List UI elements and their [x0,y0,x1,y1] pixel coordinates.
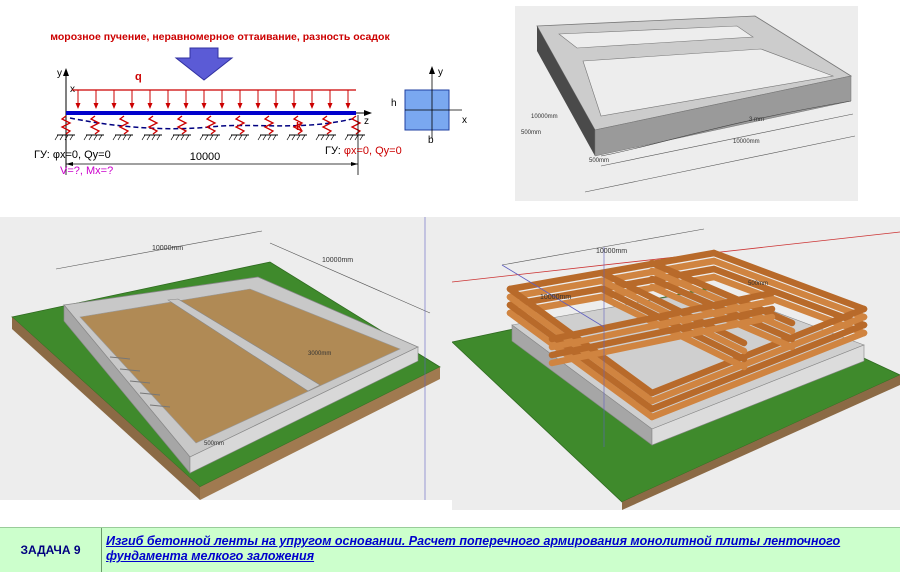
cross-section: y x h b [391,66,467,146]
spring-icon [83,115,104,141]
y-axis-arrow-icon [63,68,69,76]
load-small-arrow-icon [345,90,351,109]
found-dim-mid: 3000mm [308,351,331,357]
load-small-arrow-icon [309,90,315,109]
spring-icon [315,115,336,141]
load-small-arrow-icon [273,90,279,109]
beam [66,111,356,115]
section-y-arrow-icon [429,66,435,74]
house-dim-left: 10000mm [540,294,571,301]
spring-icon [228,115,249,141]
bc-left: ГУ: φx=0, Qy=0 [34,149,111,161]
frame-3d-view: 3 mm 10000mm 10000mm 500mm 500mm [515,6,858,201]
spring-icon [344,115,365,141]
load-small-arrow-icon [111,90,117,109]
spring-icon [112,115,133,141]
load-small-arrow-icon [183,90,189,109]
spring-icon [199,115,220,141]
load-small-arrow-icon [237,90,243,109]
load-small-arrow-icon [255,90,261,109]
found-dim-bottom: 500mm [204,441,224,447]
section-h-label: h [391,98,397,109]
bc-right: ГУ: φx=0, Qy=0 [325,145,402,157]
z-axis-label: z [364,116,369,127]
load-small-arrow-icon [147,90,153,109]
load-small-arrow-icon [201,90,207,109]
house-dim-right: 500mm [748,281,768,287]
load-small-arrow-icon [291,90,297,109]
load-small-arrow-icon [327,90,333,109]
frame-dim-bottom: 500mm [589,158,609,164]
spring-icon [54,115,75,141]
q-label: q [135,71,142,83]
section-x-label: x [462,115,467,126]
unknowns-label: V=?, Mx=? [60,165,113,177]
beam-scheme-diagram: морозное пучение, неравномерное оттаиван… [34,31,467,177]
found-dim-right: 10000mm [322,257,353,264]
spring-icon [286,115,307,141]
log-house-drawing: 10000mm 10000mm 500mm [452,228,900,510]
task-bar: ЗАДАЧА 9 Изгиб бетонной ленты на упругом… [0,527,900,572]
frame-dim-left: 500mm [521,130,541,136]
section-y-label: y [438,67,443,78]
house-dim-top: 10000mm [596,248,627,255]
load-small-arrow-icon [93,90,99,109]
span-label: 10000 [190,151,221,163]
spring-icon [257,115,278,141]
strip-foundation-drawing: 10000mm 10000mm 3000mm 500mm [11,217,441,500]
load-small-arrow-icon [165,90,171,109]
load-arrow-icon [174,47,234,81]
distributed-load-arrows [75,90,351,109]
y-axis-label: y [57,68,62,79]
load-causes-title: морозное пучение, неравномерное оттаиван… [50,31,390,43]
elastic-foundation-springs [54,115,365,141]
frame-dim-length: 10000mm [733,139,760,145]
log-house-3d-view: 10000mm 10000mm 500mm [452,217,900,510]
load-small-arrow-icon [75,90,81,109]
beam-scheme-panel: морозное пучение, неравномерное оттаиван… [0,0,485,200]
found-dim-top: 10000mm [152,245,183,252]
load-small-arrow-icon [129,90,135,109]
frame-dim-top: 3 mm [749,117,764,123]
task-title-link[interactable]: Изгиб бетонной ленты на упругом основани… [106,534,896,564]
span-arrow-right-icon [351,162,358,166]
strip-foundation-3d-view: 10000mm 10000mm 3000mm 500mm [0,217,452,500]
frame-dim-width: 10000mm [531,114,558,120]
frame-3d-drawing: 3 mm 10000mm 10000mm 500mm 500mm [521,15,856,193]
load-small-arrow-icon [219,90,225,109]
section-b-label: b [428,135,434,146]
task-number-label: ЗАДАЧА 9 [0,528,102,572]
